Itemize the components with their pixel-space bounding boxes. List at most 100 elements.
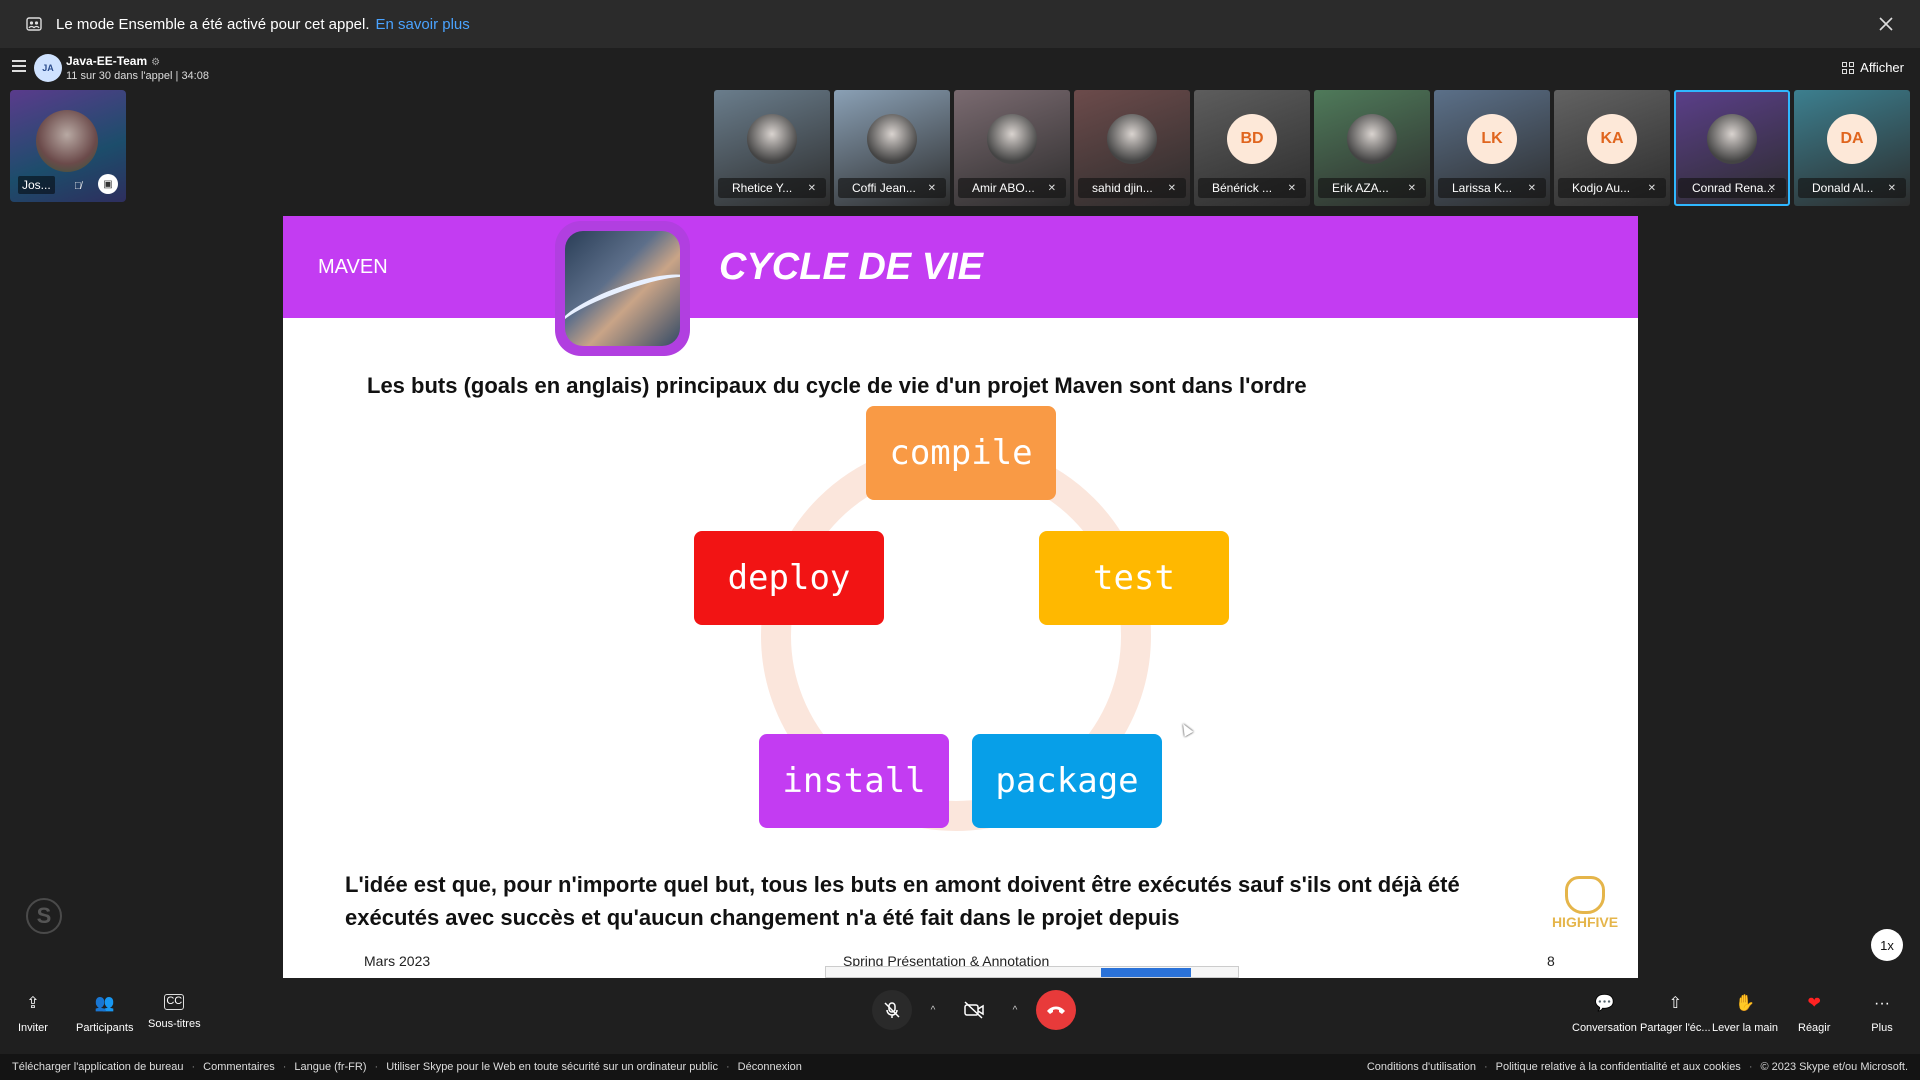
participant-tile[interactable]: Amir ABO... ✕ — [954, 90, 1070, 206]
conversation-button[interactable]: 💬 Conversation — [1572, 994, 1637, 1034]
mic-off-icon[interactable] — [872, 990, 912, 1030]
step-package: package — [972, 734, 1162, 828]
camera-icon[interactable]: ▣ — [98, 174, 118, 194]
people-icon: 👥 — [94, 995, 115, 1012]
mic-off-icon: ✕ — [1767, 182, 1776, 194]
heart-icon: ❤ — [1807, 995, 1821, 1012]
privacy-link[interactable]: Politique relative à la confidentialité … — [1496, 1061, 1741, 1073]
download-link[interactable]: Télécharger l'application de bureau — [12, 1061, 184, 1073]
slide-title: CYCLE DE VIE — [719, 246, 983, 288]
participant-avatar: KA — [1587, 114, 1637, 164]
participant-tile[interactable]: LK Larissa K... ✕ — [1434, 90, 1550, 206]
copyright: © 2023 Skype et/ou Microsoft. — [1760, 1061, 1908, 1073]
settings-icon[interactable]: ⚙ — [151, 57, 160, 68]
step-compile: compile — [866, 406, 1056, 500]
raise-hand-button[interactable]: ✋ Lever la main — [1712, 994, 1778, 1034]
chevron-up-icon[interactable]: ^ — [924, 990, 942, 1030]
participant-tile[interactable]: Erik AZA... ✕ — [1314, 90, 1430, 206]
participant-tile[interactable]: Conrad Rena... ✕ — [1674, 90, 1790, 206]
team-avatar: JA — [34, 54, 62, 82]
hang-up-button[interactable] — [1036, 990, 1076, 1030]
speed-button[interactable]: 1x — [1871, 929, 1903, 961]
chat-icon: 💬 — [1594, 995, 1615, 1012]
participant-avatar: BD — [1227, 114, 1277, 164]
close-icon[interactable] — [1874, 12, 1898, 36]
view-button[interactable]: Afficher — [1842, 60, 1904, 75]
participant-tile[interactable]: Rhetice Y... ✕ — [714, 90, 830, 206]
participant-name: Donald Al... ✕ — [1798, 178, 1906, 198]
learn-more-link[interactable]: En savoir plus — [376, 16, 470, 33]
participant-avatar — [1707, 114, 1757, 164]
captions-icon: CC — [164, 994, 185, 1010]
slide-page-number: 8 — [1547, 953, 1555, 969]
slide-scrollbar[interactable] — [825, 966, 1239, 978]
slide-lead-text: Les buts (goals en anglais) principaux d… — [367, 373, 1307, 398]
slide-note: L'idée est que, pour n'importe quel but,… — [345, 872, 1460, 930]
participant-tile[interactable]: Coffi Jean... ✕ — [834, 90, 950, 206]
ensemble-mode-banner: Le mode Ensemble a été activé pour cet a… — [0, 0, 1920, 48]
participants-button[interactable]: 👥 Participants — [76, 994, 133, 1034]
mic-off-icon: ✕ — [1407, 182, 1416, 194]
menu-icon[interactable] — [12, 60, 26, 74]
chevron-up-icon[interactable]: ^ — [1006, 990, 1024, 1030]
slide-header: MAVEN CYCLE DE VIE — [283, 216, 1638, 356]
participant-avatar — [987, 114, 1037, 164]
participant-name: Conrad Rena... ✕ — [1678, 178, 1786, 198]
mic-off-icon: ✕ — [1167, 182, 1176, 194]
participant-name: Rhetice Y... ✕ — [718, 178, 826, 198]
language-link[interactable]: Langue (fr-FR) — [294, 1061, 366, 1073]
participant-avatar — [867, 114, 917, 164]
captions-button[interactable]: CC Sous-titres — [148, 994, 201, 1030]
call-controls: ^ ^ — [872, 990, 1076, 1030]
highfive-logo: HIGHFIVE — [1545, 876, 1625, 946]
share-up-icon: ⇪ — [26, 995, 40, 1012]
banner-text: Le mode Ensemble a été activé pour cet a… — [56, 15, 370, 33]
call-toolbar: ⇪ Inviter 👥 Participants CC Sous-titres ^ ^… — [0, 978, 1920, 1054]
safe-use-link[interactable]: Utiliser Skype pour le Web en toute sécu… — [386, 1061, 718, 1073]
participant-name: Kodjo Au... ✕ — [1558, 178, 1666, 198]
self-video-tile[interactable]: Jos... 🎙̸ ▣ — [10, 90, 126, 202]
team-name-label: Java-EE-Team — [66, 54, 148, 68]
participant-tile[interactable]: KA Kodjo Au... ✕ — [1554, 90, 1670, 206]
call-header: JA Java-EE-Team ⚙ 11 sur 30 dans l'appel … — [0, 48, 1920, 88]
participants-strip: Rhetice Y... ✕ Coffi Jean... ✕ Amir ABO... ✕ s… — [714, 90, 1910, 206]
shared-slide: MAVEN CYCLE DE VIE Les buts (goals en an… — [283, 216, 1638, 978]
grid-icon — [1842, 61, 1855, 74]
share-screen-button[interactable]: ⇧ Partager l'éc... — [1640, 994, 1711, 1034]
page-footer: Télécharger l'application de bureau · Com… — [0, 1054, 1920, 1080]
participant-tile[interactable]: sahid djin... ✕ — [1074, 90, 1190, 206]
view-button-label: Afficher — [1860, 60, 1904, 75]
react-button[interactable]: ❤ Réagir — [1798, 994, 1830, 1034]
share-screen-icon: ⇧ — [1668, 995, 1682, 1012]
camera-off-icon[interactable] — [954, 990, 994, 1030]
mic-off-icon: ✕ — [1287, 182, 1296, 194]
terms-link[interactable]: Conditions d'utilisation — [1367, 1061, 1476, 1073]
participant-name: Erik AZA... ✕ — [1318, 178, 1426, 198]
call-info: 11 sur 30 dans l'appel | 34:08 — [66, 70, 209, 82]
mic-off-icon: ✕ — [1887, 182, 1896, 194]
hand-icon: ✋ — [1735, 995, 1755, 1012]
participant-avatar: DA — [1827, 114, 1877, 164]
participant-avatar: LK — [1467, 114, 1517, 164]
slide-footer-date: Mars 2023 — [364, 953, 431, 969]
more-button[interactable]: ··· Plus — [1870, 994, 1894, 1034]
comments-link[interactable]: Commentaires — [203, 1061, 275, 1073]
participant-name: Larissa K... ✕ — [1438, 178, 1546, 198]
step-deploy: deploy — [694, 531, 884, 625]
self-name: Jos... — [18, 176, 55, 194]
team-name[interactable]: Java-EE-Team ⚙ — [66, 54, 160, 68]
mic-off-icon: ✕ — [1647, 182, 1656, 194]
step-test: test — [1039, 531, 1229, 625]
self-avatar — [36, 110, 98, 172]
participant-avatar — [1347, 114, 1397, 164]
participant-name: Amir ABO... ✕ — [958, 178, 1066, 198]
invite-button[interactable]: ⇪ Inviter — [18, 994, 48, 1034]
mic-off-icon: 🎙̸ — [74, 181, 82, 192]
mic-off-icon: ✕ — [927, 182, 936, 194]
step-install: install — [759, 734, 949, 828]
participant-avatar — [747, 114, 797, 164]
participant-tile[interactable]: DA Donald Al... ✕ — [1794, 90, 1910, 206]
skype-logo-icon: S — [26, 898, 62, 934]
participant-tile[interactable]: BD Bénérick ... ✕ — [1194, 90, 1310, 206]
logout-link[interactable]: Déconnexion — [738, 1061, 802, 1073]
